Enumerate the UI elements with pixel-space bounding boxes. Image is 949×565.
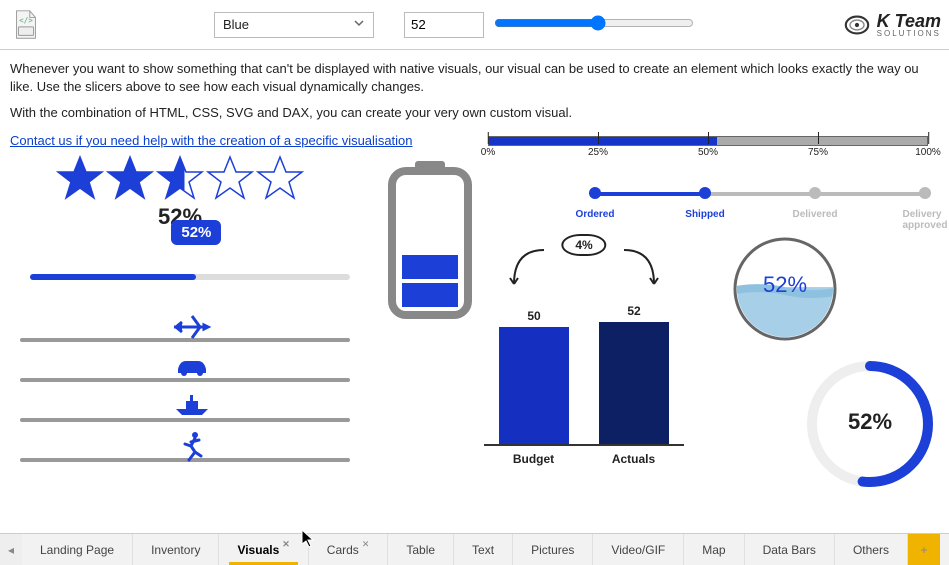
- percent-scale-visual: 0%25%50%75%100%: [488, 136, 928, 161]
- scale-fill: [489, 137, 717, 145]
- car-slider: [20, 354, 350, 394]
- bar-actuals: 52: [599, 322, 669, 443]
- intro-text-1: Whenever you want to show something that…: [10, 60, 939, 96]
- close-icon[interactable]: ✕: [362, 539, 370, 550]
- progress-track: [30, 274, 350, 280]
- bubble-label: 52%: [171, 220, 221, 245]
- tab-pictures[interactable]: Pictures: [513, 534, 593, 565]
- runner-icon: [177, 430, 207, 467]
- step-tracker-visual: OrderedShippedDeliveredDelivery approved: [575, 184, 945, 209]
- value-input[interactable]: [404, 12, 484, 38]
- bar-budget-value: 50: [499, 309, 569, 323]
- visuals-canvas: 52% 52%: [10, 154, 939, 534]
- chart-baseline: [484, 444, 684, 446]
- plane-slider: [20, 314, 350, 354]
- icon-sliders-visual: [20, 314, 350, 474]
- tab-text[interactable]: Text: [454, 534, 513, 565]
- star-icon: [206, 154, 254, 202]
- star-icon: [156, 154, 204, 202]
- bubble-progress-visual: 52%: [30, 244, 350, 280]
- star-icon: [56, 154, 104, 202]
- runner-slider: [20, 434, 350, 474]
- column-chart-visual: 4% 50 52 Budget Actuals: [484, 234, 684, 464]
- topbar: </> Blue K Team SOLUTIONS: [0, 0, 949, 50]
- bar-actuals-label: Actuals: [612, 452, 655, 466]
- color-dropdown-value: Blue: [223, 17, 249, 32]
- battery-visual: [380, 159, 480, 322]
- report-tabs: ◂ Landing PageInventoryVisuals✕Cards✕Tab…: [0, 533, 949, 565]
- car-icon: [172, 350, 212, 383]
- step-dot: [919, 187, 931, 199]
- brand-logo: K Team SOLUTIONS: [843, 11, 941, 39]
- tab-data-bars[interactable]: Data Bars: [745, 534, 835, 565]
- step-label: Delivery approved: [902, 209, 947, 231]
- scale-tick: 75%: [808, 147, 828, 158]
- tab-others[interactable]: Others: [835, 534, 908, 565]
- tab-map[interactable]: Map: [684, 534, 744, 565]
- bar-actuals-value: 52: [599, 304, 669, 318]
- battery-icon: [380, 159, 480, 319]
- scale-tick: 100%: [915, 147, 941, 158]
- step-label: Shipped: [685, 209, 724, 220]
- arrow-right-icon: [616, 244, 666, 294]
- diff-badge: 4%: [561, 234, 606, 256]
- step-dot: [699, 187, 711, 199]
- chevron-down-icon: [353, 17, 365, 32]
- progress-fill: [30, 274, 196, 280]
- tab-prev-button[interactable]: ◂: [0, 534, 22, 565]
- close-icon[interactable]: ✕: [282, 539, 290, 550]
- contact-link[interactable]: Contact us if you need help with the cre…: [10, 133, 413, 148]
- tab-inventory[interactable]: Inventory: [133, 534, 219, 565]
- intro-text-2: With the combination of HTML, CSS, SVG a…: [10, 104, 939, 122]
- step-label: Delivered: [792, 209, 837, 220]
- step-label: Ordered: [576, 209, 615, 220]
- svg-text:</>: </>: [19, 16, 33, 25]
- step-dot: [589, 187, 601, 199]
- chart-bars: 50 52: [484, 304, 684, 444]
- liquid-gauge-visual: 52%: [730, 234, 840, 344]
- tab-visuals[interactable]: Visuals✕: [219, 534, 308, 565]
- boat-icon: [172, 390, 212, 423]
- tab-video-gif[interactable]: Video/GIF: [593, 534, 684, 565]
- logo-subtitle: SOLUTIONS: [877, 30, 941, 38]
- arrow-left-icon: [502, 244, 552, 294]
- tab-cards[interactable]: Cards✕: [309, 534, 389, 565]
- content-area: Whenever you want to show something that…: [0, 50, 949, 533]
- tab-add-button[interactable]: +: [908, 534, 940, 565]
- scale-tick: 25%: [588, 147, 608, 158]
- color-dropdown[interactable]: Blue: [214, 12, 374, 38]
- value-slider[interactable]: [494, 15, 694, 34]
- scale-tick: 50%: [698, 147, 718, 158]
- star-icon: [106, 154, 154, 202]
- liquid-gauge-label: 52%: [730, 272, 840, 298]
- bar-budget: 50: [499, 327, 569, 444]
- scale-tick: 0%: [481, 147, 495, 158]
- logo-ring-icon: [843, 11, 871, 39]
- tab-table[interactable]: Table: [388, 534, 454, 565]
- step-dot: [809, 187, 821, 199]
- bar-budget-label: Budget: [513, 452, 554, 466]
- tab-landing-page[interactable]: Landing Page: [22, 534, 133, 565]
- donut-arc-visual: 52%: [800, 354, 940, 494]
- star-rating-visual: 52%: [40, 154, 320, 230]
- plane-icon: [172, 310, 212, 347]
- star-icon: [256, 154, 304, 202]
- app-icon: </>: [8, 7, 44, 43]
- boat-slider: [20, 394, 350, 434]
- donut-arc-label: 52%: [800, 409, 940, 435]
- logo-brand: K Team: [877, 12, 941, 30]
